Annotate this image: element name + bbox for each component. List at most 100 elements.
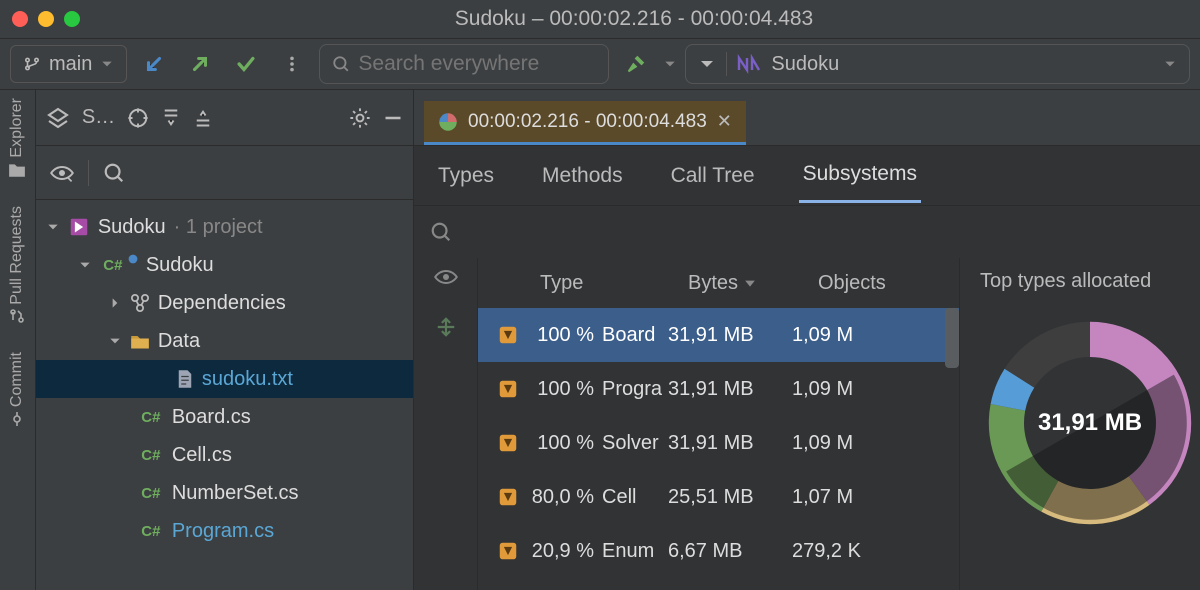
collapse-all-icon[interactable]	[193, 108, 213, 128]
tree-dependencies[interactable]: Dependencies	[36, 284, 413, 322]
tree-root[interactable]: Sudoku · 1 project	[36, 208, 413, 246]
build-button[interactable]	[617, 45, 655, 83]
rail-pull-requests[interactable]: Pull Requests	[8, 206, 26, 325]
update-project-button[interactable]	[135, 45, 173, 83]
explorer-header: S…	[36, 90, 413, 146]
row-percent: 100 %	[528, 324, 602, 347]
more-vertical-icon	[283, 55, 301, 73]
chevron-down-icon	[46, 220, 60, 234]
tree-project[interactable]: C# Sudoku	[36, 246, 413, 284]
row-type-name: Cell	[602, 486, 662, 509]
donut-chart: 31,91 MB	[980, 313, 1200, 533]
scrollbar[interactable]	[945, 308, 959, 368]
minimize-icon[interactable]	[383, 108, 403, 128]
tree-data-folder[interactable]: Data	[36, 322, 413, 360]
tree-file-label: Cell.cs	[172, 444, 232, 467]
tree-dependencies-label: Dependencies	[158, 292, 286, 315]
subsystem-icon	[497, 324, 519, 346]
hammer-icon	[625, 53, 647, 75]
tree-data-label: Data	[158, 330, 200, 353]
profiler-tab[interactable]: 00:00:02.216 - 00:00:04.483 ✕	[424, 101, 746, 145]
window-title: Sudoku – 00:00:02.216 - 00:00:04.483	[80, 7, 1188, 31]
table-row[interactable]: 100 %Program31,91 MB1,09 M	[478, 362, 959, 416]
rail-commit[interactable]: Commit	[8, 352, 26, 427]
column-header-type[interactable]: Type	[488, 272, 688, 295]
checkmark-icon	[235, 53, 257, 75]
expand-all-icon[interactable]	[161, 108, 181, 128]
sort-desc-icon	[744, 277, 756, 289]
search-input[interactable]	[358, 52, 596, 76]
chevron-down-icon[interactable]	[663, 57, 677, 71]
chevron-down-icon	[108, 334, 122, 348]
search-icon	[332, 54, 350, 74]
table-row[interactable]: 80,0 %Cell25,51 MB1,07 M	[478, 470, 959, 524]
profiler-panel: 00:00:02.216 - 00:00:04.483 ✕ Types Meth…	[414, 90, 1200, 590]
subtab-types[interactable]: Types	[434, 150, 498, 202]
main-toolbar: main Sudoku	[0, 38, 1200, 90]
snapshot-icon	[438, 112, 458, 132]
close-window-button[interactable]	[12, 11, 28, 27]
row-percent: 80,0 %	[528, 486, 602, 509]
tree-file-cell[interactable]: C# Cell.cs	[36, 436, 413, 474]
row-percent: 100 %	[528, 432, 602, 455]
row-percent: 100 %	[528, 378, 602, 401]
column-header-objects[interactable]: Objects	[818, 272, 949, 295]
gear-icon[interactable]	[349, 107, 371, 129]
titlebar: Sudoku – 00:00:02.216 - 00:00:04.483	[0, 0, 1200, 38]
git-branch-button[interactable]: main	[10, 45, 127, 83]
subsystem-icon	[497, 378, 519, 400]
profiler-search-row	[414, 206, 1200, 258]
table-row[interactable]: 100 %Solver31,91 MB1,09 M	[478, 416, 959, 470]
row-bytes: 31,91 MB	[662, 432, 782, 455]
chart-title: Top types allocated	[980, 270, 1200, 293]
target-icon[interactable]	[127, 107, 149, 129]
view-icon[interactable]	[50, 163, 74, 183]
profiler-tabstrip: 00:00:02.216 - 00:00:04.483 ✕	[414, 90, 1200, 146]
divider	[726, 52, 727, 76]
subtab-call-tree[interactable]: Call Tree	[667, 150, 759, 202]
search-everywhere-box[interactable]	[319, 44, 609, 84]
push-button[interactable]	[227, 45, 265, 83]
search-icon[interactable]	[103, 162, 125, 184]
project-tree: Sudoku · 1 project C# Sudoku Dependencie…	[36, 200, 413, 558]
subtab-methods[interactable]: Methods	[538, 150, 627, 202]
close-tab-button[interactable]: ✕	[717, 111, 732, 132]
collapse-icon[interactable]	[435, 316, 457, 338]
divider	[88, 160, 89, 186]
tree-file-numberset[interactable]: C# NumberSet.cs	[36, 474, 413, 512]
maximize-window-button[interactable]	[64, 11, 80, 27]
row-bytes: 25,51 MB	[662, 486, 782, 509]
run-config-selector[interactable]: Sudoku	[685, 44, 1190, 84]
more-vcs-button[interactable]	[273, 45, 311, 83]
profiler-table: Type Bytes Objects 100 %Board31,91 MB1,0…	[478, 258, 960, 590]
rail-explorer[interactable]: Explorer	[8, 98, 26, 178]
row-objects: 279,2 K	[782, 540, 949, 563]
tree-file-sudoku-txt[interactable]: sudoku.txt	[36, 360, 413, 398]
tree-file-program[interactable]: C# Program.cs	[36, 512, 413, 550]
chart-overlay	[1006, 375, 1187, 520]
chevron-right-icon	[108, 296, 122, 310]
csharp-icon: C#	[138, 521, 164, 541]
solution-icon[interactable]	[46, 106, 70, 130]
explorer-header-label: S…	[82, 106, 115, 129]
commit-button[interactable]	[181, 45, 219, 83]
table-row[interactable]: 20,9 %Enum6,67 MB279,2 K	[478, 524, 959, 578]
eye-icon[interactable]	[434, 268, 458, 286]
chevron-down-icon	[100, 57, 114, 71]
subtab-subsystems[interactable]: Subsystems	[799, 148, 921, 203]
column-header-bytes[interactable]: Bytes	[688, 272, 818, 295]
table-row[interactable]: 100 %Board31,91 MB1,09 M	[478, 308, 959, 362]
subsystem-icon	[497, 540, 519, 562]
row-objects: 1,09 M	[782, 378, 949, 401]
branch-icon	[23, 55, 41, 73]
pull-request-icon	[9, 308, 25, 324]
tree-file-label: NumberSet.cs	[172, 482, 299, 505]
row-objects: 1,09 M	[782, 324, 949, 347]
profiler-subtabs: Types Methods Call Tree Subsystems	[414, 146, 1200, 206]
chevron-down-icon	[78, 258, 92, 272]
row-bytes: 31,91 MB	[662, 324, 782, 347]
tree-file-board[interactable]: C# Board.cs	[36, 398, 413, 436]
search-icon[interactable]	[430, 221, 452, 243]
csharp-icon: C#	[138, 445, 164, 465]
minimize-window-button[interactable]	[38, 11, 54, 27]
